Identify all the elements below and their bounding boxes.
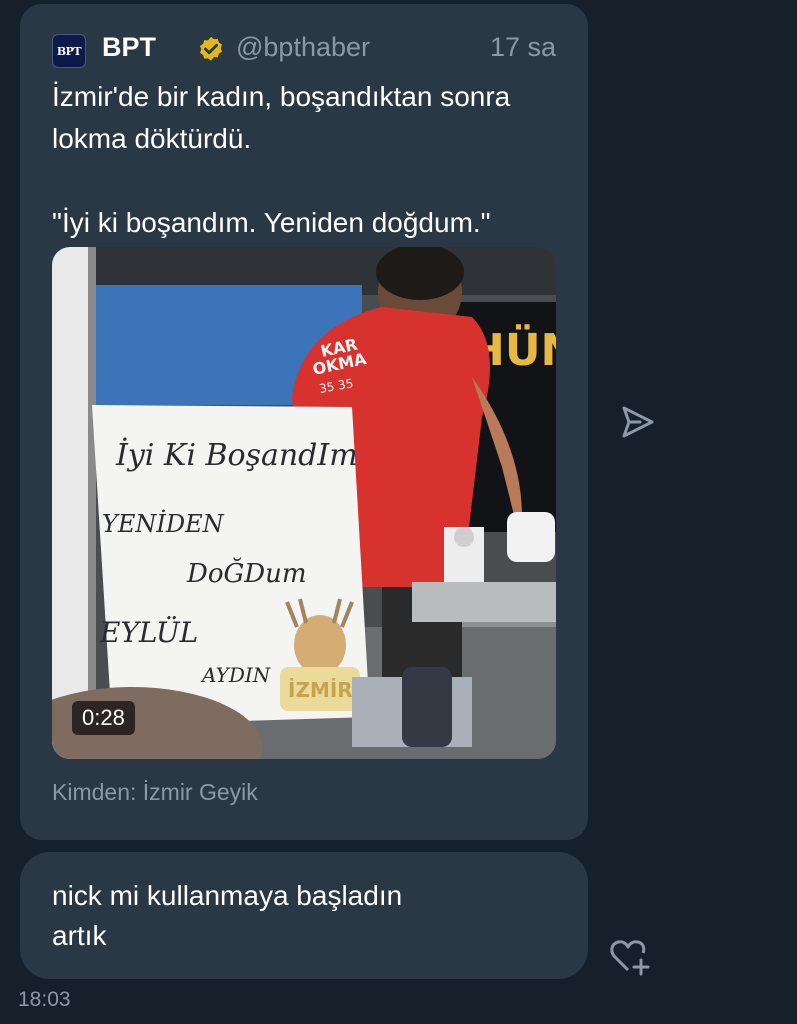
message-timestamp: 18:03 — [18, 988, 71, 1011]
add-reaction-icon[interactable] — [608, 936, 652, 976]
tweet-video[interactable]: HÜN KAR OKMA 35 35 İyi Ki B — [52, 247, 556, 759]
tweet-paragraph: İzmir'de bir kadın, boşandıktan sonra lo… — [52, 81, 511, 154]
shared-tweet-card[interactable]: BPT BPT @bpthaber 17 sa İzmir'de bir kad… — [20, 4, 588, 840]
tweet-paragraph: "İyi ki boşandım. Yeniden doğdum." — [52, 207, 491, 238]
svg-text:İZMİR: İZMİR — [288, 678, 353, 702]
reply-message-text: nick mi kullanmaya başladın artık — [52, 880, 403, 951]
sign-line: DoĞDum — [186, 557, 307, 589]
sign-line: İyi Ki BoşandIm — [115, 437, 358, 473]
verified-badge-icon — [200, 36, 222, 61]
reply-message-bubble[interactable]: nick mi kullanmaya başladın artık — [20, 852, 588, 979]
sign-line: EYLÜL — [99, 615, 198, 649]
tweet-header: BPT BPT @bpthaber 17 sa — [52, 30, 556, 70]
video-duration: 0:28 — [72, 701, 135, 735]
video-thumbnail: HÜN KAR OKMA 35 35 İyi Ki B — [52, 247, 556, 759]
tweet-source[interactable]: Kimden: İzmir Geyik — [52, 779, 258, 806]
tweet-time: 17 sa — [489, 32, 556, 62]
author-handle[interactable]: @bpthaber — [236, 32, 370, 63]
tweet-text: İzmir'de bir kadın, boşandıktan sonra lo… — [52, 76, 572, 244]
author-name[interactable]: BPT — [102, 32, 156, 63]
sign-line: AYDIN — [200, 663, 272, 687]
share-icon[interactable] — [618, 402, 658, 442]
bpt-logo: BPT — [52, 34, 86, 68]
sign-line: YENİDEN — [102, 509, 225, 538]
